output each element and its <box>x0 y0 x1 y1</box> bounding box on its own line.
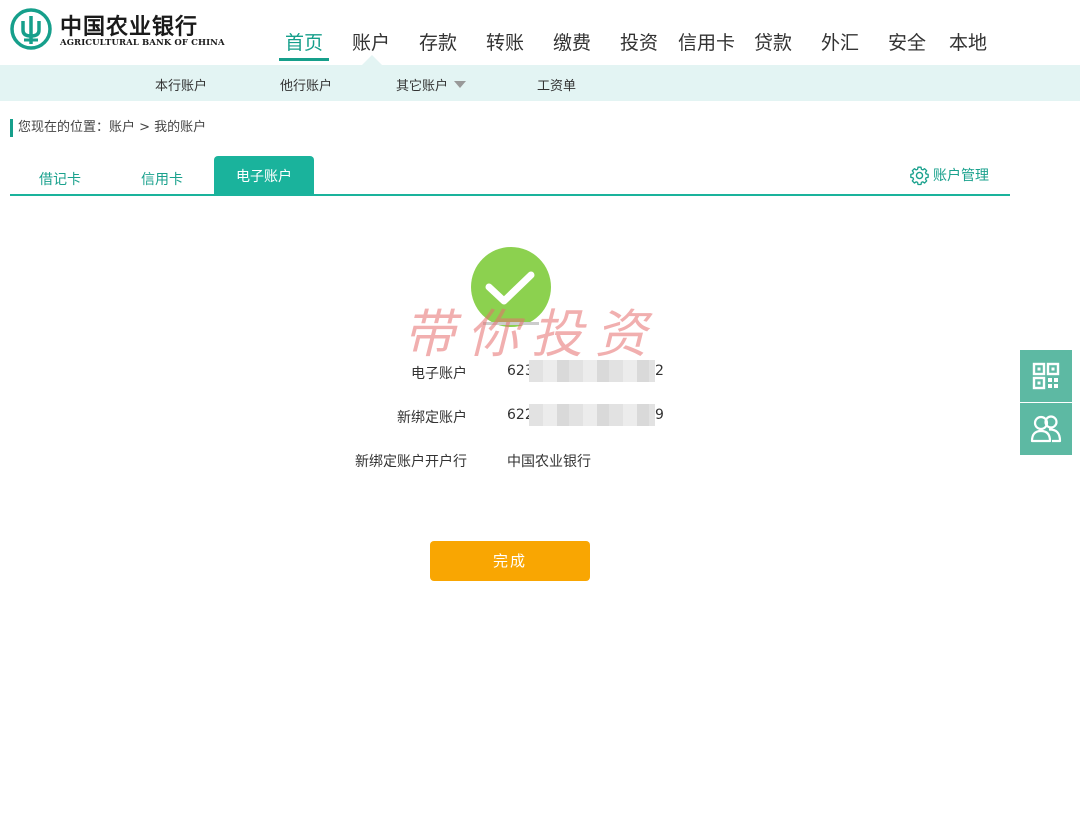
e-account-suffix: 2 <box>655 363 664 379</box>
nav-loan[interactable]: 贷款 <box>754 28 792 55</box>
nav-payment[interactable]: 缴费 <box>553 28 591 55</box>
nav-investment[interactable]: 投资 <box>620 28 658 55</box>
tab-debit-card[interactable]: 借记卡 <box>39 169 81 189</box>
bank-name-cn: 中国农业银行 <box>60 14 199 40</box>
nav-home[interactable]: 首页 <box>285 28 323 55</box>
nav-local[interactable]: 本地 <box>949 28 987 55</box>
bound-bank-value: 中国农业银行 <box>507 454 591 470</box>
account-management-link[interactable]: 账户管理 <box>909 164 989 186</box>
e-account-mask <box>529 360 655 382</box>
nav-credit-card[interactable]: 信用卡 <box>678 28 735 55</box>
gear-icon <box>910 166 929 185</box>
sub-nav-own-accounts[interactable]: 本行账户 <box>155 75 207 94</box>
bound-account-label: 新绑定账户 <box>397 410 467 426</box>
breadcrumb: 您现在的位置：账户 > 我的账户 <box>10 119 206 137</box>
sub-nav-more-accounts[interactable]: 其它账户 <box>396 75 467 94</box>
top-header: 中国农业银行 AGRICULTURAL BANK OF CHINA 首页 账户 … <box>0 0 1080 65</box>
sub-nav-other-accounts[interactable]: 他行账户 <box>280 75 332 94</box>
bound-bank-label: 新绑定账户开户行 <box>355 454 467 470</box>
customer-service-button[interactable] <box>1020 403 1072 455</box>
nav-forex[interactable]: 外汇 <box>821 28 859 55</box>
tab-credit-card[interactable]: 信用卡 <box>141 169 183 189</box>
bank-name-en: AGRICULTURAL BANK OF CHINA <box>60 38 225 48</box>
nav-active-indicator <box>279 58 329 61</box>
tabs-divider <box>10 194 1010 196</box>
bound-account-mask <box>529 404 655 426</box>
sub-nav-more-label: 其它账户 <box>396 79 449 94</box>
qr-code-icon <box>1032 362 1060 390</box>
nav-transfer[interactable]: 转账 <box>486 28 524 55</box>
e-account-label: 电子账户 <box>411 366 467 382</box>
nav-deposit[interactable]: 存款 <box>419 28 457 55</box>
bank-logo[interactable]: 中国农业银行 AGRICULTURAL BANK OF CHINA <box>10 8 225 52</box>
watermark: 带你投资 <box>403 305 660 365</box>
account-management-label: 账户管理 <box>933 168 989 184</box>
nav-security[interactable]: 安全 <box>888 28 926 55</box>
done-button[interactable]: 完成 <box>430 541 590 581</box>
qr-code-button[interactable] <box>1020 350 1072 402</box>
sub-nav-payroll[interactable]: 工资单 <box>537 75 576 94</box>
sub-nav-caret <box>362 55 382 65</box>
dropdown-triangle-icon <box>454 81 467 88</box>
nav-account[interactable]: 账户 <box>352 28 390 55</box>
tab-e-account[interactable]: 电子账户 <box>214 156 314 194</box>
bound-account-suffix: 9 <box>655 407 664 423</box>
customer-service-icon <box>1030 415 1062 443</box>
abc-logo-icon <box>10 8 52 50</box>
